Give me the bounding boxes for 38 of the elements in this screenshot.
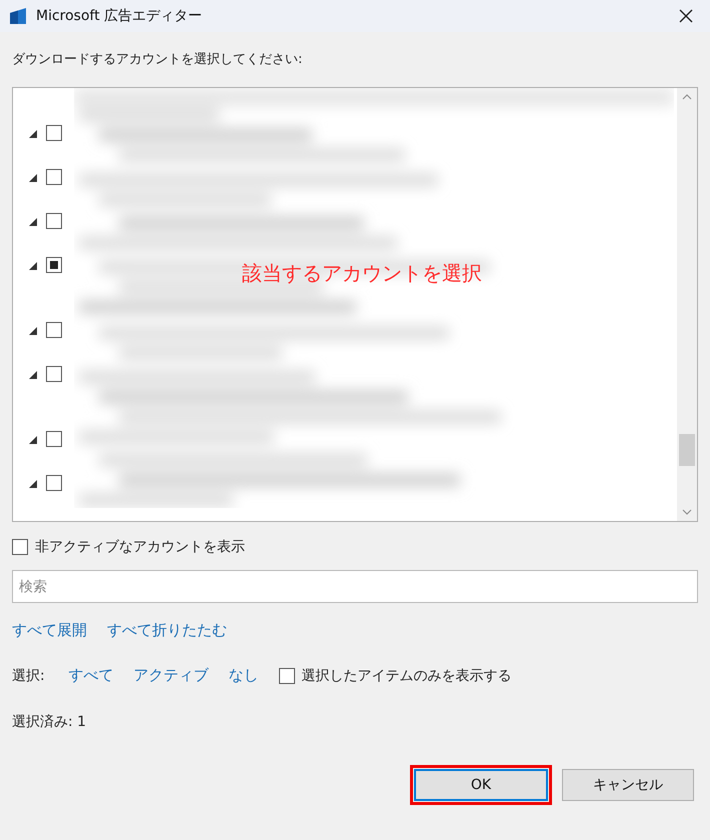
- expand-triangle-icon[interactable]: [29, 480, 37, 488]
- selection-link[interactable]: アクティブ: [134, 666, 209, 685]
- account-checkbox[interactable]: [46, 322, 62, 338]
- expand-triangle-icon[interactable]: [29, 262, 37, 270]
- checkbox[interactable]: [12, 539, 28, 555]
- checkbox-label: 選択したアイテムのみを表示する: [302, 666, 512, 684]
- selected-count: 選択済み: 1: [12, 713, 86, 731]
- ok-button[interactable]: OK: [414, 769, 548, 801]
- close-icon[interactable]: [678, 8, 694, 24]
- checkbox-label: 非アクティブなアカウントを表示: [35, 538, 245, 556]
- search-field[interactable]: 検索: [12, 570, 698, 603]
- selection-label: 選択:: [12, 666, 45, 684]
- prompt-text: ダウンロードするアカウントを選択してください:: [12, 51, 302, 68]
- selection-link[interactable]: なし: [228, 666, 259, 685]
- scroll-up-icon[interactable]: [682, 94, 692, 100]
- account-checkbox[interactable]: [46, 169, 62, 185]
- app-logo-icon: [8, 7, 28, 25]
- account-checkbox[interactable]: [46, 213, 62, 229]
- tree-link[interactable]: すべて展開: [12, 621, 87, 640]
- checkbox[interactable]: [278, 668, 295, 684]
- annotation-text: 該当するアカウントを選択: [242, 260, 482, 287]
- scroll-down-icon[interactable]: [682, 509, 692, 515]
- expand-triangle-icon[interactable]: [29, 218, 37, 226]
- expand-triangle-icon[interactable]: [29, 174, 37, 182]
- account-checkbox[interactable]: [46, 366, 62, 382]
- expand-triangle-icon[interactable]: [29, 436, 37, 444]
- scrollbar-thumb[interactable]: [679, 434, 695, 466]
- cancel-button[interactable]: キャンセル: [562, 769, 694, 801]
- expand-triangle-icon[interactable]: [29, 327, 37, 335]
- expand-triangle-icon[interactable]: [29, 371, 37, 379]
- account-checkbox[interactable]: [46, 257, 62, 273]
- account-checkbox[interactable]: [46, 475, 62, 491]
- account-checkbox[interactable]: [46, 125, 62, 141]
- expand-triangle-icon[interactable]: [29, 130, 37, 138]
- account-checkbox[interactable]: [46, 431, 62, 447]
- window-title: Microsoft 広告エディター: [36, 7, 204, 25]
- tree-link[interactable]: すべて折りたたむ: [107, 621, 227, 640]
- selection-link[interactable]: すべて: [68, 666, 114, 685]
